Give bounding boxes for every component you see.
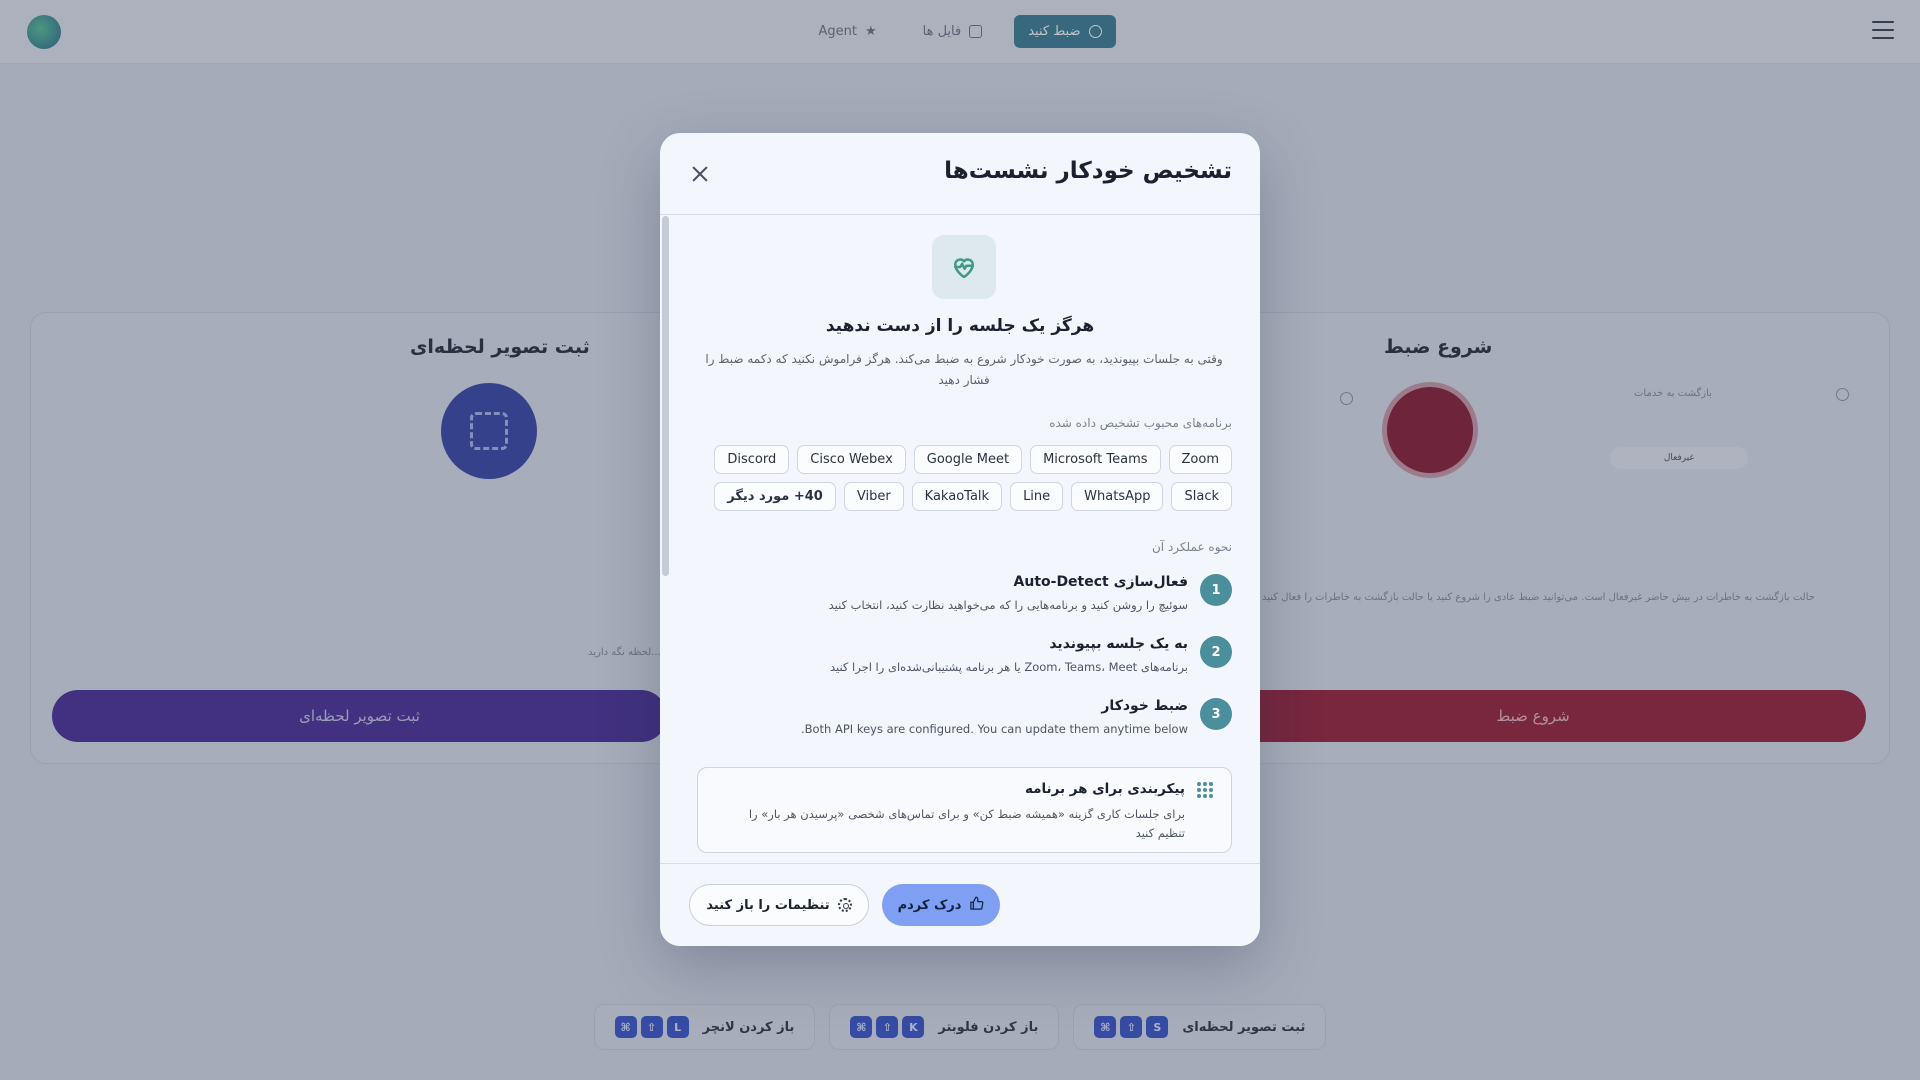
- close-icon[interactable]: [692, 166, 708, 182]
- step-description: Both API keys are configured. You can up…: [800, 722, 1188, 736]
- app-chip: Viber: [843, 482, 904, 511]
- heart-pulse-icon: [932, 235, 996, 299]
- app-chip: Microsoft Teams: [1030, 445, 1161, 474]
- app-chip: Slack: [1171, 482, 1232, 511]
- app-chip: Cisco Webex: [797, 445, 906, 474]
- app-chip: KakaoTalk: [911, 482, 1003, 511]
- app-chip: Line: [1010, 482, 1064, 511]
- step-number-badge: 2: [1200, 636, 1232, 668]
- thumbs-up-icon: [969, 896, 984, 915]
- open-settings-button[interactable]: تنظیمات را باز کنید: [689, 884, 869, 926]
- gear-icon: [837, 898, 852, 912]
- step-2: 2 به یک جلسه بپیوندید برنامه‌های Zoom، T…: [690, 636, 1232, 688]
- modal-footer: درک کردم تنظیمات را باز کنید: [660, 863, 1260, 946]
- apps-section-label: برنامه‌های محبوب تشخیص داده شده: [1049, 416, 1232, 430]
- modal-header: تشخیص خودکار نشست‌ها: [660, 133, 1260, 215]
- config-title: پیکربندی برای هر برنامه: [1024, 781, 1185, 797]
- got-it-button[interactable]: درک کردم: [882, 884, 1000, 926]
- step-number-badge: 1: [1200, 574, 1232, 606]
- modal-title: تشخیص خودکار نشست‌ها: [944, 158, 1232, 184]
- auto-detect-modal: تشخیص خودکار نشست‌ها هرگز یک جلسه را از …: [660, 133, 1260, 946]
- hero-title: هرگز یک جلسه را از دست ندهید: [825, 316, 1095, 336]
- step-title: فعال‌سازی Auto-Detect: [1013, 574, 1188, 590]
- step-description: سوئیچ را روشن کنید و برنامه‌هایی را که م…: [828, 598, 1188, 612]
- app-chip: Discord: [714, 445, 790, 474]
- per-app-config-card: پیکربندی برای هر برنامه برای جلسات کاری …: [697, 767, 1232, 853]
- scrollbar-thumb[interactable]: [662, 216, 669, 576]
- step-3: 3 ضبط خودکار Both API keys are configure…: [690, 698, 1232, 750]
- step-description: برنامه‌های Zoom، Teams، Meet یا هر برنام…: [829, 660, 1188, 674]
- app-chip: Zoom: [1168, 445, 1232, 474]
- scrollbar[interactable]: [660, 216, 670, 946]
- step-title: ضبط خودکار: [1101, 698, 1188, 714]
- apps-chip-list: Zoom Microsoft Teams Google Meet Cisco W…: [690, 445, 1232, 511]
- hero-description: وقتی به جلسات بپیوندید، به صورت خودکار ش…: [705, 352, 1223, 387]
- step-number-badge: 3: [1200, 698, 1232, 730]
- how-it-works-label: نحوه عملکرد آن: [1151, 540, 1232, 554]
- open-settings-button-label: تنظیمات را باز کنید: [706, 897, 830, 913]
- sliders-icon: [1197, 782, 1213, 798]
- app-chip: WhatsApp: [1071, 482, 1164, 511]
- app-chip-more: 40+ مورد دیگر: [714, 482, 836, 511]
- step-title: به یک جلسه بپیوندید: [1049, 636, 1188, 652]
- config-description: برای جلسات کاری گزینه «همیشه ضبط کن» و ب…: [748, 807, 1185, 840]
- app-chip: Google Meet: [913, 445, 1023, 474]
- step-1: 1 فعال‌سازی Auto-Detect سوئیچ را روشن کن…: [690, 574, 1232, 626]
- got-it-button-label: درک کردم: [897, 897, 962, 913]
